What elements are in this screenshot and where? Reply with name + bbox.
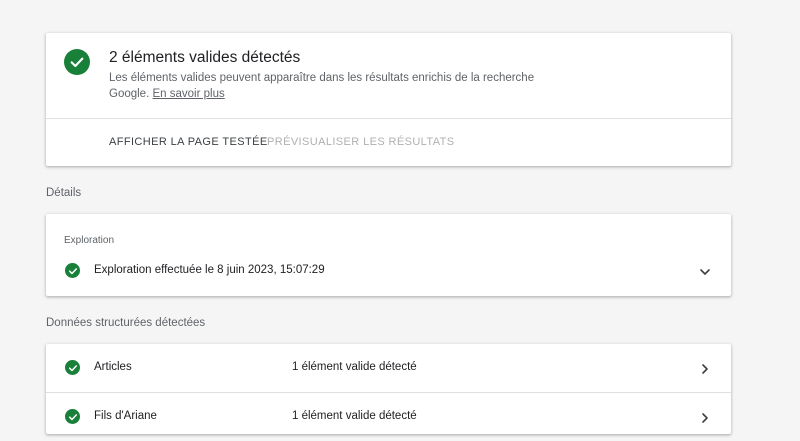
structured-data-status: 1 élément valide détecté — [292, 410, 417, 422]
chevron-down-icon[interactable] — [699, 265, 711, 277]
structured-data-status: 1 élément valide détecté — [292, 361, 417, 373]
preview-results-button: PRÉVISUALISER LES RÉSULTATS — [267, 136, 455, 148]
validity-summary-card: 2 éléments valides détectés Les éléments… — [46, 33, 731, 166]
crawl-header: Exploration — [64, 235, 115, 246]
check-circle-icon — [65, 360, 80, 375]
structured-data-name: Fils d'Ariane — [94, 410, 157, 422]
summary-description: Les éléments valides peuvent apparaître … — [109, 71, 559, 102]
chevron-right-icon — [699, 411, 711, 423]
structured-data-section-label: Données structurées détectées — [46, 317, 206, 329]
summary-title: 2 éléments valides détectés — [109, 49, 301, 66]
details-section-label: Détails — [46, 187, 82, 199]
check-circle-icon — [65, 263, 80, 278]
check-circle-icon — [65, 409, 80, 424]
view-tested-page-button[interactable]: AFFICHER LA PAGE TESTÉE — [109, 136, 268, 148]
structured-data-name: Articles — [94, 361, 132, 373]
structured-data-row-articles[interactable]: Articles 1 élément valide détecté — [46, 344, 731, 392]
structured-data-card: Articles 1 élément valide détecté Fils d… — [46, 344, 731, 434]
crawl-card: Exploration Exploration effectuée le 8 j… — [46, 214, 731, 296]
learn-more-link[interactable]: En savoir plus — [152, 88, 224, 100]
chevron-right-icon — [699, 362, 711, 374]
structured-data-row-breadcrumbs[interactable]: Fils d'Ariane 1 élément valide détecté — [46, 392, 731, 441]
divider — [46, 118, 731, 119]
check-circle-icon — [64, 49, 90, 75]
crawl-status-text: Exploration effectuée le 8 juin 2023, 15… — [94, 264, 325, 276]
